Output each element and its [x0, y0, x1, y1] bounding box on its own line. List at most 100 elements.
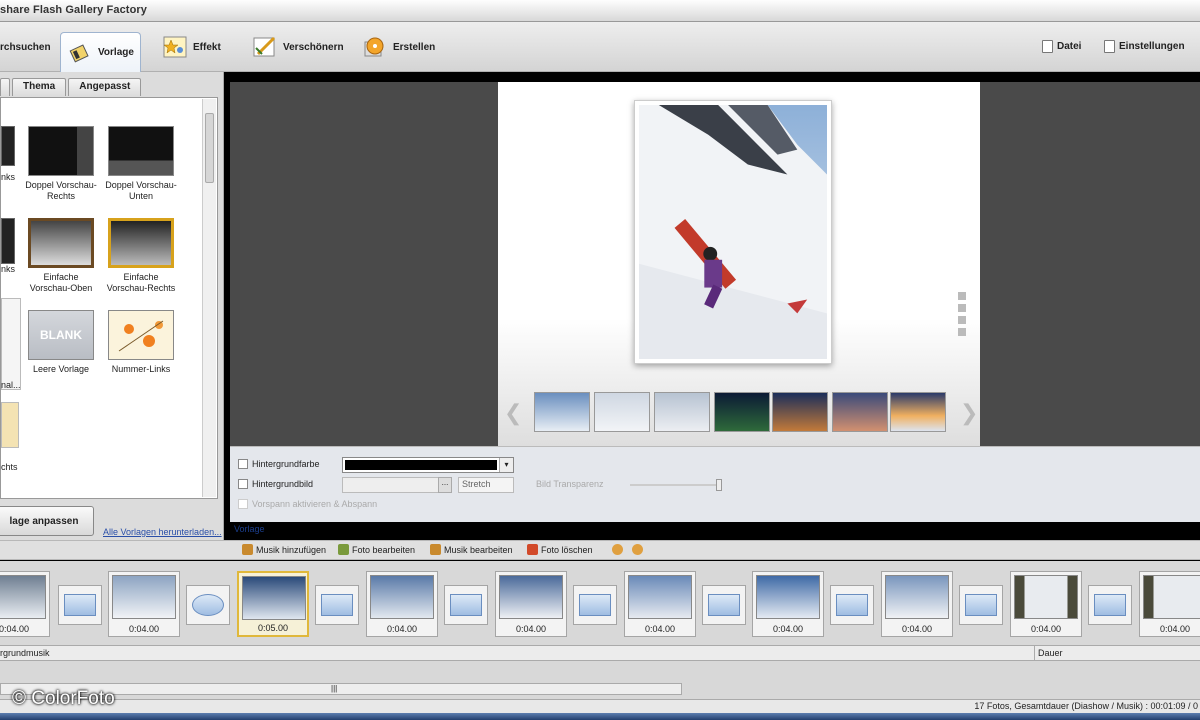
- chevron-down-icon[interactable]: ▾: [499, 458, 513, 472]
- preview-area: ❮ ❯: [230, 82, 1200, 446]
- einstellungen-menu[interactable]: Einstellungen: [1104, 40, 1185, 53]
- clip-duration: 0:04.00: [128, 624, 160, 634]
- add-music-button[interactable]: Musik hinzufügen: [242, 544, 326, 555]
- scrollbar-thumb[interactable]: [205, 113, 214, 183]
- template-leere-vorlage[interactable]: BLANK Leere Vorlage: [25, 310, 97, 375]
- bg-color-option[interactable]: Hintergrundfarbe: [238, 459, 320, 469]
- transition-effect[interactable]: [959, 585, 1003, 625]
- clip-duration: 0:04.00: [1030, 624, 1062, 634]
- music-track[interactable]: rgrundmusik Dauer: [0, 645, 1200, 661]
- template-icon: [67, 40, 93, 66]
- transition-effect[interactable]: [830, 585, 874, 625]
- tab-thema[interactable]: Thema: [12, 78, 67, 96]
- template-thumb-cut[interactable]: [1, 218, 15, 264]
- template-doppel-vorschau-rechts[interactable]: Doppel Vorschau-Rechts: [25, 126, 97, 202]
- datei-menu[interactable]: Datei: [1042, 40, 1081, 53]
- bg-color-picker[interactable]: ▾: [342, 457, 514, 473]
- bg-image-checkbox[interactable]: [238, 479, 248, 489]
- timeline-clip[interactable]: 0:04.00: [108, 571, 180, 637]
- tab-verschoenern[interactable]: Verschönern: [246, 30, 350, 64]
- template-einfache-vorschau-rechts[interactable]: Einfache Vorschau-Rechts: [105, 218, 177, 294]
- tab-verschoenern-label: Verschönern: [283, 41, 344, 53]
- bg-image-label: Hintergrundbild: [252, 479, 314, 489]
- next-arrow-icon[interactable]: ❯: [960, 400, 978, 426]
- timeline-clip[interactable]: 0:04.00: [495, 571, 567, 637]
- template-scrollbar[interactable]: [202, 99, 216, 497]
- download-templates-link[interactable]: Alle Vorlagen herunterladen...: [103, 527, 222, 537]
- edit-music-button[interactable]: Musik bearbeiten: [430, 544, 513, 555]
- timeline-clip[interactable]: 0:04.00: [366, 571, 438, 637]
- template-thumb-cut[interactable]: [1, 126, 15, 166]
- first-control-icon[interactable]: [958, 292, 966, 300]
- transition-effect[interactable]: [573, 585, 617, 625]
- rotate-left-button[interactable]: [612, 544, 623, 555]
- rotate-right-button[interactable]: [632, 544, 643, 555]
- transition-effect[interactable]: [58, 585, 102, 625]
- timeline-clip-selected[interactable]: 0:05.00: [237, 571, 309, 637]
- strip-thumb[interactable]: [890, 392, 946, 432]
- tab-angepasst[interactable]: Angepasst: [68, 78, 142, 96]
- template-doppel-vorschau-unten[interactable]: Doppel Vorschau-Unten: [105, 126, 177, 202]
- bg-image-field[interactable]: [342, 477, 452, 493]
- bg-color-checkbox[interactable]: [238, 459, 248, 469]
- transparency-slider[interactable]: [630, 479, 722, 491]
- bg-image-option[interactable]: Hintergrundbild: [238, 479, 313, 489]
- template-cut-label: nks: [1, 172, 16, 182]
- timeline-clip[interactable]: 0:04.00: [1010, 571, 1082, 637]
- intro-checkbox[interactable]: [238, 499, 248, 509]
- transition-effect[interactable]: [315, 585, 359, 625]
- timeline-clip[interactable]: 0:04.00: [0, 571, 50, 637]
- strip-thumb[interactable]: [534, 392, 590, 432]
- skier-photo: [639, 105, 827, 359]
- strip-thumb[interactable]: [654, 392, 710, 432]
- customize-template-button[interactable]: lage anpassen: [0, 506, 94, 536]
- prev-arrow-icon[interactable]: ❮: [504, 400, 522, 426]
- tab-erstellen[interactable]: Erstellen: [356, 30, 441, 64]
- timeline-clip[interactable]: 0:04.00: [752, 571, 824, 637]
- template-thumb-cut[interactable]: [1, 402, 19, 448]
- status-text: 17 Fotos, Gesamtdauer (Diashow / Musik) …: [974, 701, 1198, 711]
- panel-tab-vorlage[interactable]: Vorlage: [230, 522, 269, 536]
- slider-knob[interactable]: [716, 479, 722, 491]
- transition-effect[interactable]: [702, 585, 746, 625]
- timeline-clip[interactable]: 0:04.00: [624, 571, 696, 637]
- main-photo[interactable]: [634, 100, 832, 364]
- pause-control-icon[interactable]: [958, 316, 966, 324]
- clip-duration: 0:05.00: [257, 623, 289, 633]
- strip-thumb[interactable]: [714, 392, 770, 432]
- transition-effect[interactable]: [444, 585, 488, 625]
- intro-option[interactable]: Vorspann aktivieren & Abspann: [238, 499, 377, 509]
- tab-cut[interactable]: [0, 78, 10, 96]
- delete-photo-button[interactable]: Foto löschen: [527, 544, 593, 555]
- transition-effect[interactable]: [186, 585, 230, 625]
- play-control-icon[interactable]: [958, 304, 966, 312]
- timeline-clip[interactable]: 0:04.00: [881, 571, 953, 637]
- stretch-select[interactable]: Stretch: [458, 477, 514, 493]
- tab-effekt[interactable]: Effekt: [156, 30, 227, 64]
- duration-column: Dauer: [1034, 646, 1066, 660]
- template-thumbnail: [28, 218, 94, 268]
- tab-vorlage[interactable]: Vorlage: [60, 32, 141, 72]
- browse-button[interactable]: ...: [438, 477, 452, 493]
- transition-icon: [192, 594, 224, 616]
- clip-photo: [756, 575, 820, 619]
- tab-durchsuchen[interactable]: rchsuchen: [0, 30, 57, 64]
- template-label: Nummer-Links: [111, 364, 171, 374]
- scroll-grip-icon[interactable]: |||: [331, 684, 337, 693]
- transition-icon: [1094, 594, 1126, 616]
- bg-color-label: Hintergrundfarbe: [252, 459, 320, 469]
- template-einfache-vorschau-oben[interactable]: Einfache Vorschau-Oben: [25, 218, 97, 294]
- timeline-clip[interactable]: 0:04.00: [1139, 571, 1200, 637]
- transition-effect[interactable]: [1088, 585, 1132, 625]
- strip-thumb[interactable]: [772, 392, 828, 432]
- clip-photo: [885, 575, 949, 619]
- strip-thumb[interactable]: [832, 392, 888, 432]
- strip-thumb[interactable]: [594, 392, 650, 432]
- window-title: share Flash Gallery Factory: [0, 4, 147, 16]
- edit-photo-button[interactable]: Foto bearbeiten: [338, 544, 415, 555]
- file-icon: [1042, 40, 1053, 53]
- transition-icon: [450, 594, 482, 616]
- template-cut-selected[interactable]: [1, 298, 21, 390]
- last-control-icon[interactable]: [958, 328, 966, 336]
- template-nummer-links[interactable]: Nummer-Links: [105, 310, 177, 375]
